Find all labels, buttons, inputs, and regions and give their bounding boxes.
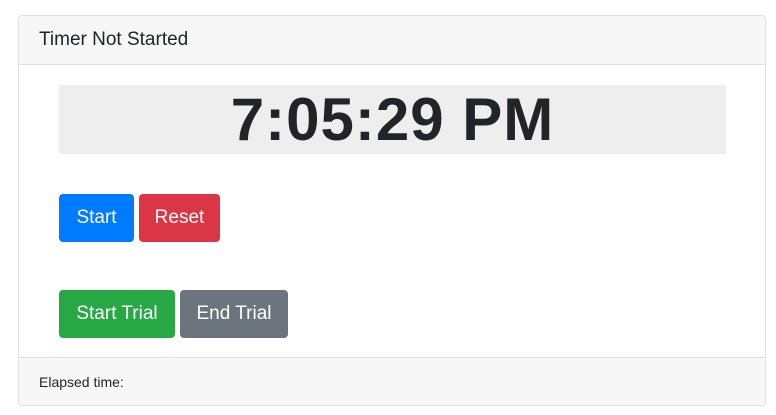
start-button[interactable]: Start [59, 194, 134, 242]
clock-display: 7:05:29 PM [59, 85, 726, 154]
card-header: Timer Not Started [19, 16, 765, 65]
end-trial-button[interactable]: End Trial [180, 290, 288, 338]
card-footer: Elapsed time: [19, 357, 765, 405]
start-trial-button[interactable]: Start Trial [59, 290, 175, 338]
elapsed-time-label: Elapsed time: [39, 373, 124, 390]
timer-status-title: Timer Not Started [39, 29, 189, 50]
reset-button[interactable]: Reset [139, 194, 220, 242]
timer-card: Timer Not Started 7:05:29 PM Start Reset… [18, 15, 766, 406]
card-body: 7:05:29 PM Start Reset Start Trial End T… [19, 65, 765, 358]
